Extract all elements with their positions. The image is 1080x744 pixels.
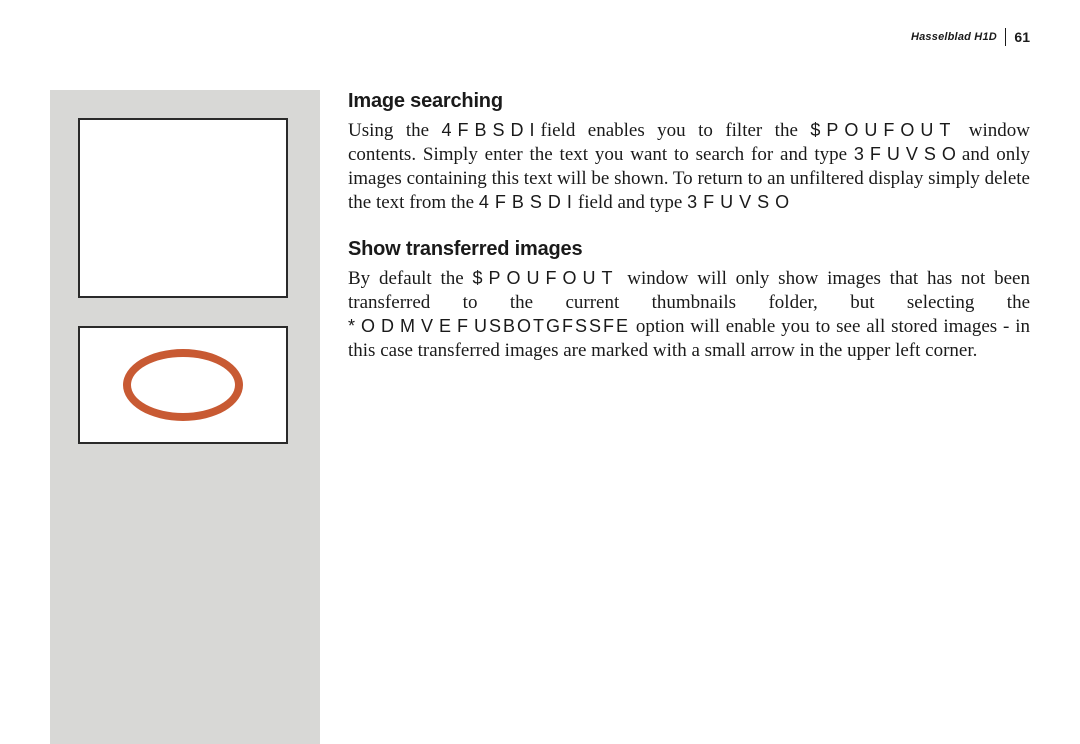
section-heading-1: Image searching <box>348 90 1030 113</box>
section-body-1: Using the 4FBSDIfield enables you to fil… <box>348 119 1030 216</box>
section-heading-2: Show transferred images <box>348 238 1030 261</box>
text-column: Image searching Using the 4FBSDIfield en… <box>348 90 1030 744</box>
illustration-sidebar <box>50 90 320 744</box>
section-body-2: By default the $POUFOUT window will only… <box>348 267 1030 364</box>
thumbnail-blank <box>78 118 288 298</box>
content-row: Image searching Using the 4FBSDIfield en… <box>50 90 1030 744</box>
page-header: Hasselblad H1D 61 <box>911 28 1030 46</box>
page-number: 61 <box>1014 29 1030 45</box>
thumbnail-ellipse <box>78 326 288 444</box>
product-model: Hasselblad H1D <box>911 31 997 43</box>
ellipse-icon <box>123 349 243 421</box>
page-root: Hasselblad H1D 61 Image searching Using … <box>0 0 1080 728</box>
header-divider <box>1005 28 1007 46</box>
